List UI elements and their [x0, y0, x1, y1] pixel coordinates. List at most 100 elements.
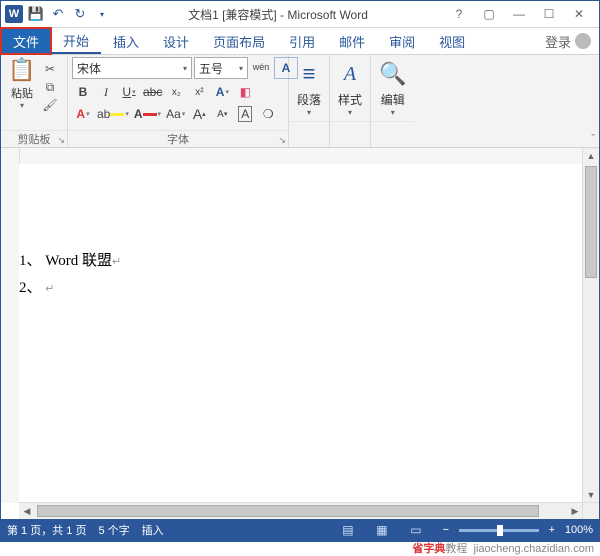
help-icon[interactable]: ? — [445, 4, 473, 24]
signin-link[interactable]: 登录 — [537, 28, 599, 54]
shrink-font-button[interactable]: A▾ — [211, 104, 233, 124]
paste-label: 粘贴 — [11, 85, 33, 101]
editing-label: 编辑 — [381, 91, 405, 108]
tab-design[interactable]: 设计 — [151, 28, 201, 54]
paste-button[interactable]: 📋 粘贴 ▾ — [5, 59, 39, 107]
tab-view[interactable]: 视图 — [427, 28, 477, 54]
styles-label: 样式 — [338, 91, 362, 108]
zoom-in-button[interactable]: + — [545, 524, 559, 536]
scroll-up-icon[interactable]: ▲ — [583, 148, 599, 164]
tab-home[interactable]: 开始 — [51, 28, 101, 54]
styles-icon: A — [344, 59, 356, 89]
word-app-icon[interactable]: W — [5, 5, 23, 23]
scroll-down-icon[interactable]: ▼ — [583, 487, 599, 503]
paste-dropdown-icon[interactable]: ▾ — [20, 101, 24, 110]
footer-url: jiaocheng.chazidian.com — [474, 543, 594, 555]
group-paragraph: ≡ 段落 ▾ — [289, 55, 330, 147]
chevron-down-icon: ▾ — [183, 64, 187, 73]
avatar-icon — [575, 33, 591, 49]
view-web-icon[interactable]: ▭ — [405, 521, 427, 539]
find-icon: 🔍 — [379, 59, 406, 89]
zoom-control: − + 100% — [439, 524, 593, 536]
tab-layout[interactable]: 页面布局 — [201, 28, 277, 54]
underline-button[interactable]: U▾ — [118, 82, 140, 102]
horizontal-scrollbar[interactable]: ◀ ▶ — [19, 502, 583, 519]
font-color-button[interactable]: A▾ — [132, 104, 163, 124]
phonetic-guide-button[interactable]: wén — [250, 57, 272, 77]
font-size-combo[interactable]: 五号▾ — [194, 57, 248, 79]
save-icon[interactable]: 💾 — [27, 5, 45, 23]
horizontal-ruler[interactable] — [19, 148, 583, 165]
footer-logo: 省字典 — [412, 543, 445, 555]
minimize-icon[interactable]: — — [505, 4, 533, 24]
superscript-button[interactable]: x² — [188, 82, 210, 102]
tab-review[interactable]: 审阅 — [377, 28, 427, 54]
quick-access-toolbar: W 💾 ↶ ↻ ▾ — [1, 5, 111, 23]
tab-mail[interactable]: 邮件 — [327, 28, 377, 54]
char-border-button[interactable]: A — [234, 104, 256, 124]
status-page[interactable]: 第 1 页，共 1 页 — [7, 522, 86, 538]
tab-file[interactable]: 文件 — [1, 28, 51, 54]
redo-icon[interactable]: ↻ — [71, 5, 89, 23]
status-insert-mode[interactable]: 插入 — [142, 522, 164, 538]
strikethrough-button[interactable]: abc — [141, 82, 164, 102]
change-case-button[interactable]: Aa▾ — [164, 104, 187, 124]
title-bar: W 💾 ↶ ↻ ▾ 文档1 [兼容模式] - Microsoft Word ? … — [1, 1, 599, 28]
paragraph-icon: ≡ — [303, 59, 316, 89]
vertical-scrollbar[interactable]: ▲ ▼ — [582, 148, 599, 503]
qat-customize-icon[interactable]: ▾ — [93, 5, 111, 23]
clipboard-dialog-launcher-icon[interactable]: ↘ — [57, 135, 65, 146]
view-print-icon[interactable]: ▦ — [371, 521, 393, 539]
font-dialog-launcher-icon[interactable]: ↘ — [278, 135, 286, 146]
close-icon[interactable]: ✕ — [565, 4, 593, 24]
tab-insert[interactable]: 插入 — [101, 28, 151, 54]
char-shading-button[interactable]: ❍ — [257, 104, 279, 124]
chevron-down-icon: ▾ — [391, 108, 395, 117]
eraser-button[interactable]: ◧ — [234, 82, 256, 102]
zoom-slider[interactable] — [459, 529, 539, 532]
ribbon-tabs: 文件 开始 插入 设计 页面布局 引用 邮件 审阅 视图 登录 — [1, 28, 599, 55]
scroll-right-icon[interactable]: ▶ — [567, 506, 583, 517]
footer-caption: 省字典教程 jiaocheng.chazidian.com — [412, 540, 594, 556]
group-font-label: 字体 — [68, 130, 288, 147]
highlight-button[interactable]: ab▾ — [95, 104, 131, 124]
scroll-left-icon[interactable]: ◀ — [19, 506, 35, 517]
maximize-icon[interactable]: ☐ — [535, 4, 563, 24]
ribbon-options-icon[interactable]: ▢ — [475, 4, 503, 24]
zoom-knob[interactable] — [497, 525, 503, 536]
font-name-combo[interactable]: 宋体▾ — [72, 57, 192, 79]
styles-button[interactable]: A 样式 ▾ — [330, 55, 370, 121]
zoom-value[interactable]: 100% — [565, 524, 593, 536]
copy-icon[interactable]: ⧉ — [41, 79, 59, 95]
signin-label: 登录 — [545, 32, 571, 51]
document-page[interactable]: 1、 Word 联盟↵ 2、 ↵ — [19, 164, 583, 503]
document-content[interactable]: 1、 Word 联盟↵ 2、 ↵ — [19, 248, 121, 302]
format-painter-icon[interactable]: 🖌 — [41, 97, 59, 113]
subscript-button[interactable]: x₂ — [165, 82, 187, 102]
paragraph-button[interactable]: ≡ 段落 ▾ — [289, 55, 329, 121]
tab-references[interactable]: 引用 — [277, 28, 327, 54]
status-bar: 第 1 页，共 1 页 5 个字 插入 ▤ ▦ ▭ − + 100% — [1, 519, 599, 541]
collapse-ribbon-icon[interactable]: ˇ — [591, 133, 595, 145]
zoom-out-button[interactable]: − — [439, 524, 453, 536]
text-line[interactable]: 2、 ↵ — [19, 275, 121, 302]
vertical-ruler[interactable] — [1, 148, 20, 503]
text-line[interactable]: 1、 Word 联盟↵ — [19, 248, 121, 275]
scroll-thumb[interactable] — [37, 505, 539, 517]
font-effects-button[interactable]: A▾ — [72, 104, 94, 124]
view-read-icon[interactable]: ▤ — [337, 521, 359, 539]
grow-font-button[interactable]: A▴ — [188, 104, 210, 124]
group-editing: 🔍 编辑 ▾ — [371, 55, 414, 147]
cut-icon[interactable]: ✂ — [41, 61, 59, 77]
font-size-value: 五号 — [199, 60, 223, 77]
status-word-count[interactable]: 5 个字 — [98, 522, 129, 538]
bold-button[interactable]: B — [72, 82, 94, 102]
scroll-thumb[interactable] — [585, 166, 597, 278]
scroll-track[interactable] — [35, 503, 567, 519]
scroll-track[interactable] — [583, 164, 599, 487]
text-effects-button[interactable]: A▾ — [211, 82, 233, 102]
italic-button[interactable]: I — [95, 82, 117, 102]
scroll-corner — [582, 502, 599, 519]
editing-button[interactable]: 🔍 编辑 ▾ — [371, 55, 414, 121]
undo-icon[interactable]: ↶ — [49, 5, 67, 23]
